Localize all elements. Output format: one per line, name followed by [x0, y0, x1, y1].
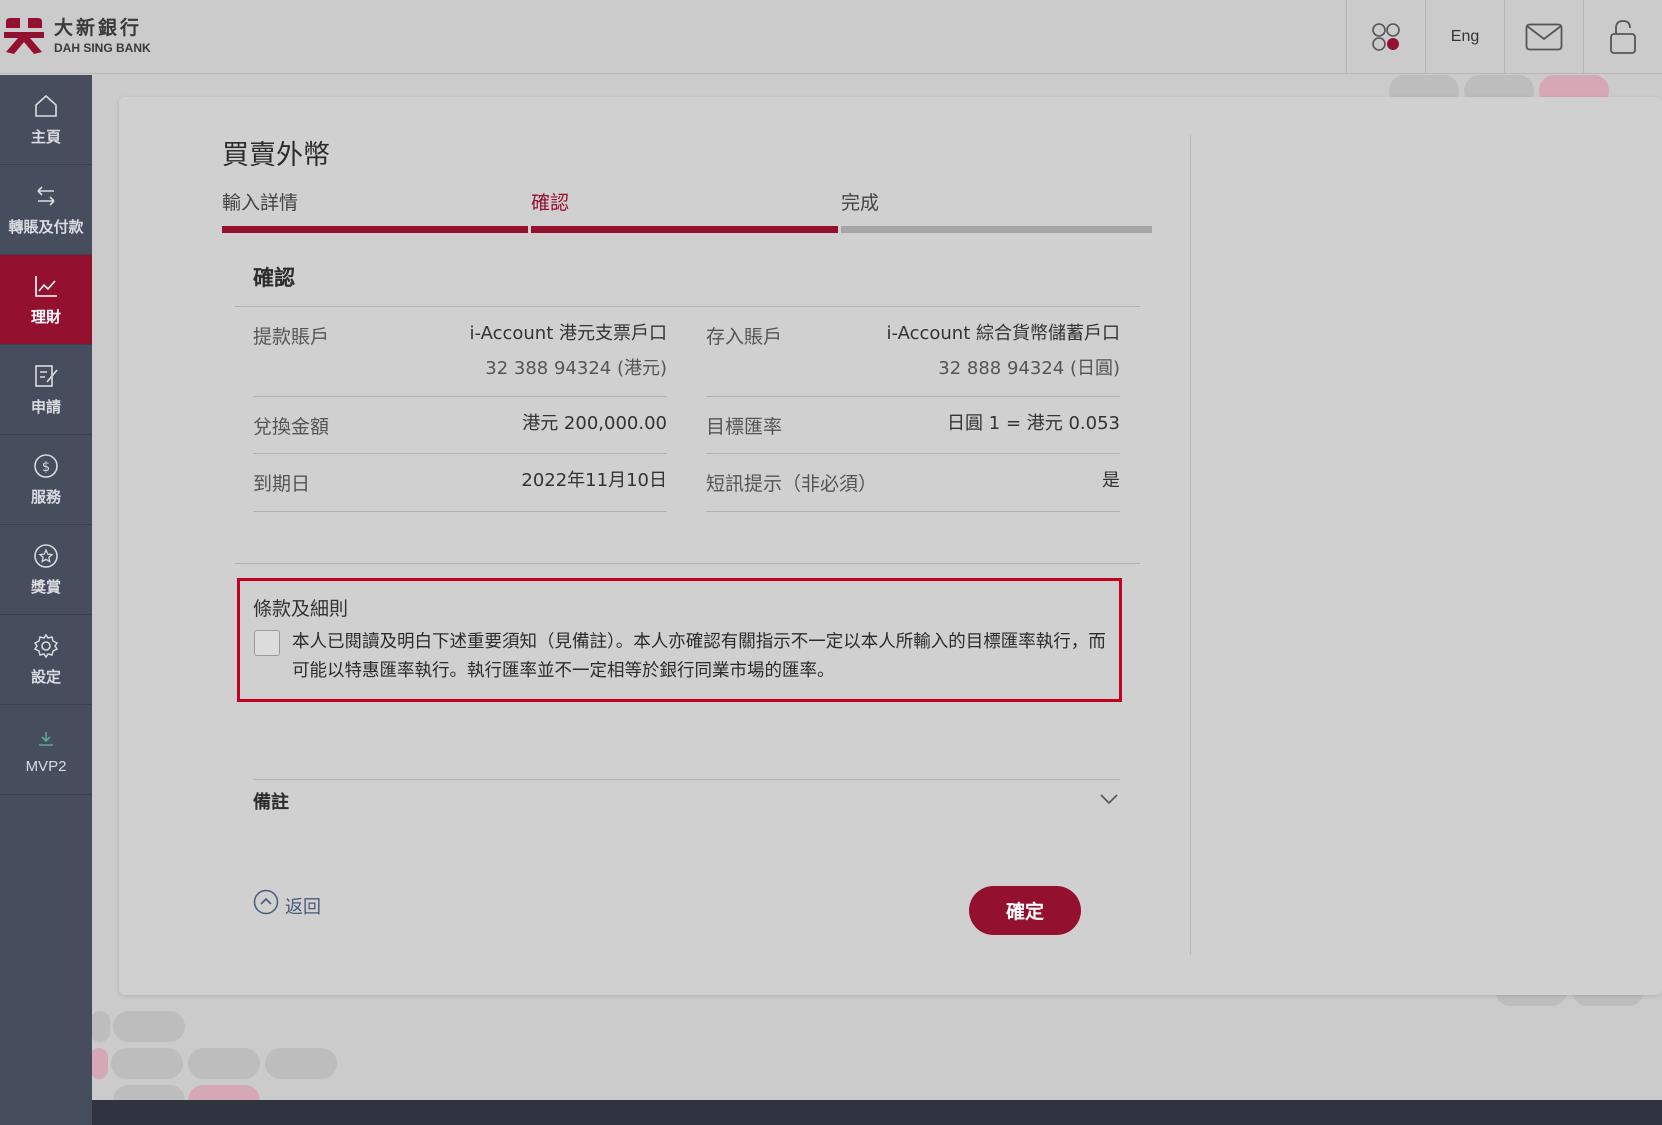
to-account-number: 32 888 94324 (日圓) [938, 358, 1120, 379]
chart-icon [35, 276, 57, 297]
step-label: 輸入詳情 [222, 192, 299, 214]
from-account-label: 提款賬戶 [253, 326, 330, 348]
language-button[interactable]: Eng [1425, 0, 1504, 74]
sidebar-item-label: 申請 [30, 398, 61, 416]
notes-accordion-label[interactable]: 備註 [253, 788, 289, 814]
terms-checkbox[interactable] [254, 630, 280, 656]
terms-text: 本人已閱讀及明白下述重要須知（見備註）。本人亦確認有關指示不一定以本人所輸入的目… [292, 632, 1106, 681]
sidebar-item-label: 轉賬及付款 [8, 218, 84, 236]
step-complete: 完成 [841, 188, 1152, 236]
logout-lock-button[interactable] [1583, 0, 1662, 74]
amount-label: 兌換金額 [253, 416, 330, 438]
vertical-divider [1190, 135, 1191, 955]
step-bar [531, 226, 838, 233]
language-label: Eng [1450, 28, 1480, 45]
download-icon [39, 732, 53, 746]
sidebar-item-label: 主頁 [30, 128, 61, 146]
expiry-value: 2022年11月10日 [521, 470, 667, 491]
chevron-down-icon[interactable] [1098, 788, 1120, 810]
divider [706, 511, 1120, 512]
lock-icon [1610, 20, 1636, 54]
star-icon [34, 544, 58, 568]
section-title: 確認 [253, 266, 295, 290]
back-label: 返回 [285, 897, 321, 918]
confirm-button[interactable]: 確定 [969, 886, 1081, 935]
step-label: 完成 [841, 192, 880, 214]
progress-stepper: 輸入詳情 確認 完成 [222, 188, 1152, 236]
step-confirm: 確認 [531, 188, 838, 236]
sidebar-item-rewards[interactable]: 獎賞 [0, 525, 92, 615]
amount-value: 港元 200,000.00 [522, 413, 667, 434]
home-icon [35, 94, 57, 117]
sidebar-item-home[interactable]: 主頁 [0, 75, 92, 165]
step-input-details: 輸入詳情 [222, 188, 528, 236]
apps-button[interactable] [1346, 0, 1425, 74]
expiry-label: 到期日 [253, 473, 311, 495]
step-bar [222, 226, 528, 233]
sidebar-item-label: 獎賞 [30, 578, 61, 596]
form-icon [35, 365, 58, 387]
divider [235, 563, 1140, 564]
sidebar-item-label: MVP2 [25, 758, 67, 775]
bank-logo[interactable]: 大新銀行 DAH SING BANK [2, 16, 151, 56]
sidebar-item-wealth[interactable]: 理財 [0, 255, 92, 345]
step-bar [841, 226, 1152, 233]
page-title: 買賣外幣 [222, 140, 330, 171]
terms-title: 條款及細則 [253, 598, 349, 620]
sidebar-nav: 主頁 轉賬及付款 理財 申請 $ 服務 獎賞 設定 MVP2 [0, 75, 92, 1125]
mail-button[interactable] [1504, 0, 1583, 74]
top-header: 大新銀行 DAH SING BANK Eng [0, 0, 1662, 74]
divider [253, 453, 667, 454]
mail-icon [1525, 23, 1563, 51]
target-rate-label: 目標匯率 [706, 416, 783, 438]
footer-bar [92, 1100, 1662, 1125]
gear-icon [33, 633, 59, 659]
to-account-label: 存入賬戶 [706, 326, 783, 348]
divider [706, 396, 1120, 397]
bank-name-en: DAH SING BANK [54, 40, 151, 55]
sidebar-item-label: 服務 [30, 488, 61, 506]
divider [235, 306, 1140, 307]
target-rate-value: 日圓 1 = 港元 0.053 [947, 413, 1120, 434]
apps-icon [1372, 23, 1400, 51]
sidebar-item-settings[interactable]: 設定 [0, 615, 92, 705]
from-account-number: 32 388 94324 (港元) [485, 358, 667, 379]
sidebar-item-label: 理財 [30, 308, 61, 326]
back-link[interactable]: 返回 [253, 885, 321, 919]
sidebar-item-transfer[interactable]: 轉賬及付款 [0, 165, 92, 255]
svg-text:$: $ [42, 460, 50, 475]
bank-name-cn: 大新銀行 [54, 16, 143, 39]
sidebar-item-services[interactable]: $ 服務 [0, 435, 92, 525]
dollar-icon: $ [34, 454, 58, 478]
divider [706, 453, 1120, 454]
sidebar-item-mvp2[interactable]: MVP2 [0, 705, 92, 795]
divider [253, 779, 1120, 780]
chevron-up-circle-icon [253, 889, 279, 915]
bank-logo-mark-icon [2, 16, 46, 56]
step-label: 確認 [531, 192, 570, 214]
to-account-name: i-Account 綜合貨幣儲蓄戶口 [886, 323, 1121, 344]
transfer-icon [37, 186, 55, 206]
sms-alert-value: 是 [1102, 470, 1120, 491]
divider [253, 511, 667, 512]
divider [253, 396, 667, 397]
from-account-name: i-Account 港元支票戶口 [469, 323, 668, 344]
sidebar-item-apply[interactable]: 申請 [0, 345, 92, 435]
sidebar-item-label: 設定 [30, 668, 61, 686]
